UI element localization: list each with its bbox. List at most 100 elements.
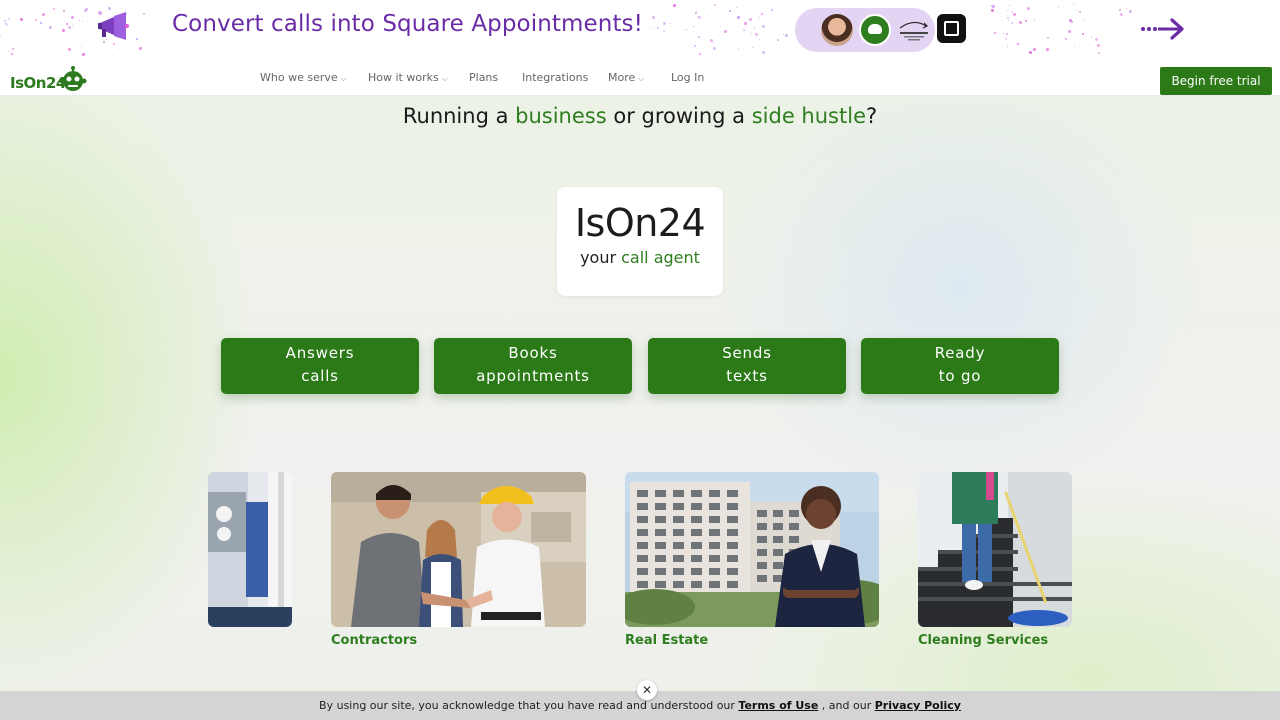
- feature-sends-texts[interactable]: Sends texts: [648, 338, 846, 394]
- contractors-photo: [331, 472, 586, 627]
- category-label-cleaning-services[interactable]: Cleaning Services: [918, 633, 1048, 648]
- sparkle-dot: [1126, 8, 1128, 10]
- building-window: [757, 562, 767, 569]
- category-image-cleaning-services[interactable]: [918, 472, 1072, 627]
- sparkle-dot: [1074, 46, 1076, 47]
- agent-avatar: [821, 14, 853, 46]
- sparkle-dot: [776, 38, 779, 41]
- sparkle-dot: [759, 38, 761, 40]
- sparkle-dot: [692, 25, 694, 27]
- sparkle-dot: [744, 21, 748, 25]
- building-window: [709, 516, 720, 523]
- sparkle-dot: [52, 7, 55, 10]
- chevron-down-icon: ⌵: [340, 74, 347, 83]
- feature-books-appointments[interactable]: Books appointments: [434, 338, 632, 394]
- category-label-real-estate[interactable]: Real Estate: [625, 633, 708, 648]
- chevron-down-icon: ⌵: [638, 74, 645, 83]
- feature-line: Ready: [934, 344, 986, 362]
- building-window: [789, 523, 799, 530]
- nav-plans[interactable]: Plans: [469, 71, 498, 84]
- building-window: [727, 503, 738, 510]
- begin-free-trial-button[interactable]: Begin free trial: [1160, 67, 1272, 95]
- sparkle-dot: [662, 21, 666, 25]
- building-window: [727, 542, 738, 549]
- building-window: [757, 510, 767, 517]
- sparkle-dot: [698, 16, 702, 20]
- building-window: [773, 536, 783, 543]
- site-logo[interactable]: IsOn24: [10, 64, 90, 94]
- sparkle-dot: [0, 35, 2, 37]
- building-window: [637, 516, 648, 523]
- building-window: [727, 555, 738, 562]
- sparkle-dot: [1084, 18, 1086, 20]
- headline-highlight: side hustle: [751, 104, 866, 128]
- sparkle-dot: [719, 26, 721, 28]
- sparkle-dot: [139, 47, 143, 51]
- building-window: [773, 549, 783, 556]
- building-window: [673, 581, 684, 588]
- category-image-real-estate[interactable]: [625, 472, 879, 627]
- sparkle-dot: [3, 20, 6, 23]
- sparkle-dot: [1007, 9, 1009, 11]
- sparkle-dot: [713, 41, 715, 43]
- sparkle-dot: [742, 28, 745, 31]
- feature-ready-to-go[interactable]: Ready to go: [861, 338, 1059, 394]
- sparkle-dot: [782, 33, 784, 35]
- building-window: [709, 555, 720, 562]
- sparkle-dot: [1034, 19, 1036, 21]
- sparkle-dot: [143, 13, 146, 16]
- sparkle-dot: [7, 17, 10, 20]
- sparkle-dot: [1006, 16, 1009, 19]
- sparkle-dot: [1004, 38, 1007, 41]
- nav-who-we-serve[interactable]: Who we serve ⌵: [260, 71, 347, 84]
- sparkle-dot: [673, 4, 677, 8]
- category-label-contractors[interactable]: Contractors: [331, 633, 417, 648]
- sparkle-dot: [1028, 50, 1032, 54]
- building-window: [709, 542, 720, 549]
- sparkle-dot: [1076, 9, 1078, 11]
- sparkle-dot: [737, 16, 741, 20]
- sparkle-dot: [683, 30, 685, 32]
- sparkle-dot: [662, 29, 665, 32]
- promo-banner[interactable]: Convert calls into Square Appointments!: [0, 0, 1280, 60]
- nav-label: More: [608, 71, 636, 84]
- sparkle-dot: [108, 6, 112, 10]
- nav-integrations[interactable]: Integrations: [522, 71, 588, 84]
- sparkle-dot: [761, 50, 765, 54]
- sparkle-dot: [1010, 22, 1013, 24]
- feature-answers-calls[interactable]: Answers calls: [221, 338, 419, 394]
- close-icon[interactable]: ✕: [637, 680, 657, 700]
- category-image-contractors[interactable]: [331, 472, 586, 627]
- sparkle-dot: [669, 22, 671, 24]
- sparkle-dot: [11, 52, 14, 55]
- sparkle-dot: [1032, 48, 1036, 52]
- sparkle-dot: [11, 47, 14, 50]
- category-image-partial[interactable]: [208, 472, 292, 627]
- terms-of-use-link[interactable]: Terms of Use: [738, 699, 818, 712]
- sparkle-dot: [53, 33, 55, 35]
- headline-text: or growing a: [606, 104, 752, 128]
- sparkle-dot: [40, 21, 43, 24]
- sparkle-dot: [1120, 13, 1124, 17]
- nav-more[interactable]: More ⌵: [608, 71, 644, 84]
- cleaning-photo: [918, 472, 1072, 627]
- robot-logo-icon: [859, 14, 891, 46]
- nav-log-in[interactable]: Log In: [671, 71, 704, 84]
- sparkle-dot: [79, 19, 81, 21]
- privacy-policy-link[interactable]: Privacy Policy: [875, 699, 961, 712]
- sparkle-dot: [737, 48, 739, 50]
- building-window: [655, 516, 666, 523]
- sparkle-dot: [62, 28, 66, 32]
- nav-how-it-works[interactable]: How it works ⌵: [368, 71, 448, 84]
- sparkle-dot: [712, 47, 716, 51]
- arrow-right-icon[interactable]: [1140, 16, 1184, 42]
- sparkle-dot: [135, 37, 138, 40]
- sparkle-dot: [1006, 46, 1008, 48]
- sparkle-dot: [698, 52, 701, 55]
- sparkle-dot: [1057, 7, 1059, 9]
- feature-line: texts: [726, 367, 768, 385]
- feature-line: Answers: [285, 344, 355, 362]
- building-window: [637, 490, 648, 497]
- sparkle-dot: [755, 32, 759, 36]
- sparkle-dot: [42, 12, 46, 16]
